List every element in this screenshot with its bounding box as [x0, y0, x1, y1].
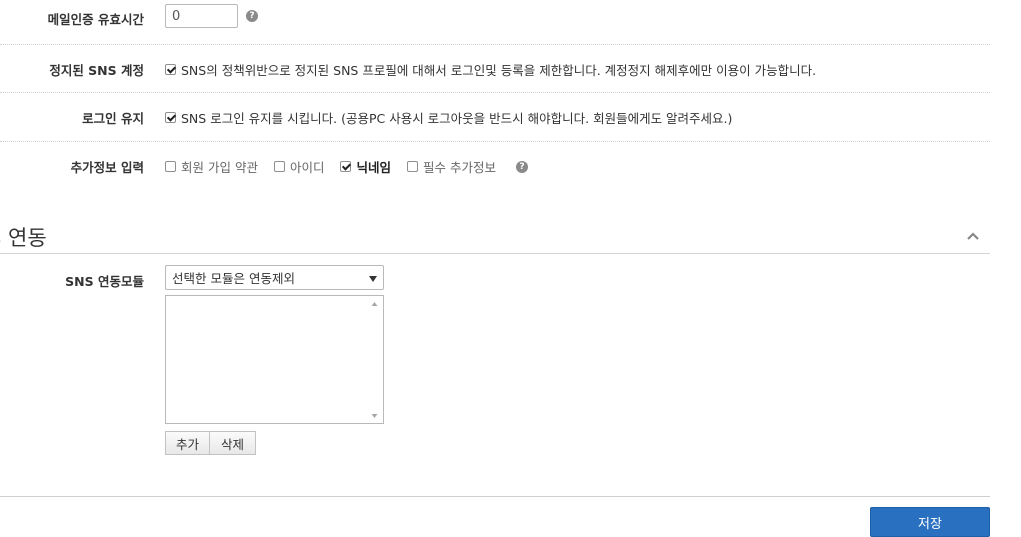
help-icon[interactable]: ? — [246, 10, 258, 22]
footer-divider — [0, 496, 990, 497]
keep-login-checkbox[interactable] — [165, 112, 176, 123]
add-button[interactable]: 추가 — [165, 431, 210, 455]
extra-info-field: 회원 가입 약관 아이디 닉네임 필수 추가정보 ? — [165, 157, 528, 176]
extra-option-terms[interactable]: 회원 가입 약관 — [165, 157, 258, 176]
email-auth-label: 메일인증 유효시간 — [47, 12, 144, 27]
keep-login-label: 로그인 유지 — [82, 111, 144, 126]
keep-login-text: SNS 로그인 유지를 시킵니다. (공용PC 사용시 로그아웃을 반드시 해야… — [181, 111, 733, 126]
email-auth-input[interactable] — [165, 4, 238, 28]
required-info-checkbox[interactable] — [406, 161, 418, 172]
divider — [0, 92, 990, 93]
help-icon[interactable]: ? — [515, 160, 528, 173]
scroll-down-icon — [371, 414, 378, 418]
scrollbar[interactable] — [367, 297, 382, 422]
chevron-up-icon[interactable] — [966, 230, 980, 242]
required-info-label: 필수 추가정보 — [422, 160, 496, 175]
save-button[interactable]: 저장 — [870, 507, 990, 537]
divider — [0, 141, 990, 142]
nickname-label: 닉네임 — [356, 160, 391, 175]
id-checkbox[interactable] — [273, 161, 285, 172]
suspended-sns-field: SNS의 정책위반으로 정지된 SNS 프로필에 대해서 로그인및 등록을 제한… — [165, 60, 816, 79]
email-auth-field: ? — [165, 4, 258, 28]
section-title: S 연동 — [0, 226, 47, 250]
nickname-checkbox[interactable] — [340, 161, 352, 172]
extra-info-label: 추가정보 입력 — [70, 160, 144, 175]
triangle-down-icon — [369, 270, 377, 285]
id-label: 아이디 — [289, 160, 325, 175]
sns-module-label: SNS 연동모듈 — [65, 274, 144, 289]
scroll-up-icon — [371, 302, 378, 306]
sns-module-select[interactable]: 선택한 모듈은 연동제외 — [165, 265, 384, 290]
terms-checkbox[interactable] — [165, 161, 176, 172]
extra-option-required[interactable]: 필수 추가정보 — [406, 157, 496, 176]
extra-option-id[interactable]: 아이디 — [273, 157, 325, 176]
keep-login-field: SNS 로그인 유지를 시킵니다. (공용PC 사용시 로그아웃을 반드시 해야… — [165, 108, 732, 127]
suspended-sns-text: SNS의 정책위반으로 정지된 SNS 프로필에 대해서 로그인및 등록을 제한… — [181, 63, 817, 78]
divider — [0, 44, 990, 45]
terms-label: 회원 가입 약관 — [181, 160, 258, 175]
sns-module-list[interactable] — [165, 295, 384, 424]
delete-button[interactable]: 삭제 — [209, 431, 256, 455]
extra-option-nickname[interactable]: 닉네임 — [340, 157, 391, 176]
suspended-sns-checkbox[interactable] — [165, 64, 176, 75]
suspended-sns-label: 정지된 SNS 계정 — [49, 63, 144, 78]
section-divider — [0, 253, 990, 254]
select-value: 선택한 모듈은 연동제외 — [172, 271, 295, 286]
